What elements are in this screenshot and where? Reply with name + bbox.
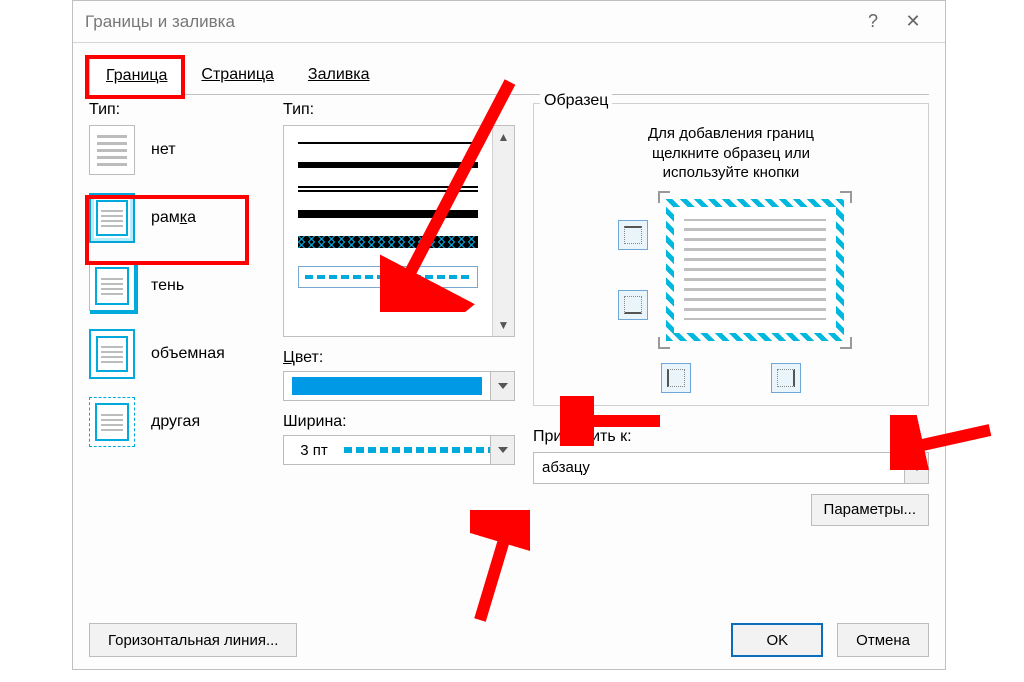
borders-shading-dialog: Границы и заливка ? ✕ Граница Страница З…: [72, 0, 946, 670]
setting-shadow[interactable]: тень: [89, 261, 267, 311]
color-label: Цвет:: [283, 349, 515, 367]
setting-none[interactable]: нет: [89, 125, 267, 175]
chevron-down-icon: [912, 465, 922, 471]
help-button[interactable]: ?: [853, 11, 893, 32]
width-label: Ширина:: [283, 413, 515, 431]
style-item-double[interactable]: [298, 186, 478, 192]
style-listbox[interactable]: ▲ ▼: [283, 125, 515, 337]
edge-right-button[interactable]: [771, 363, 801, 393]
width-value: 3 пт: [284, 442, 344, 459]
width-preview: [344, 447, 490, 453]
setting-box[interactable]: рамка: [89, 193, 267, 243]
style-item-wave[interactable]: [298, 210, 478, 218]
setting-none-label: нет: [151, 141, 176, 159]
setting-shadow-icon: [89, 261, 135, 311]
ok-button[interactable]: OK: [731, 623, 823, 657]
tabs: Граница Страница Заливка: [73, 43, 945, 94]
style-label: Тип:: [283, 101, 515, 119]
titlebar: Границы и заливка ? ✕: [73, 1, 945, 43]
edge-bottom-button[interactable]: [618, 290, 648, 320]
setting-column: Тип: нет рамка тень: [89, 101, 275, 613]
tab-shading[interactable]: Заливка: [291, 57, 387, 94]
style-column: Тип: ▲ ▼ Цвет:: [275, 101, 523, 613]
preview-hint: Для добавления границ щелкните образец и…: [546, 124, 916, 183]
apply-label: Применить к:: [533, 428, 929, 446]
style-items: [284, 126, 492, 336]
setting-box-label: рамка: [151, 209, 196, 227]
tab-border[interactable]: Граница: [89, 58, 184, 95]
color-swatch: [284, 372, 490, 400]
cancel-button[interactable]: Отмена: [837, 623, 929, 657]
dialog-title: Границы и заливка: [85, 12, 853, 32]
horizontal-line-button[interactable]: Горизонтальная линия...: [89, 623, 297, 657]
style-item-thick[interactable]: [298, 162, 478, 168]
style-item-wave2[interactable]: [298, 236, 478, 248]
scroll-up-icon[interactable]: ▲: [498, 130, 510, 144]
setting-shadow-label: тень: [151, 277, 184, 295]
apply-dropdown-btn[interactable]: [904, 453, 928, 483]
edge-buttons-horizontal: [546, 363, 916, 393]
setting-label: Тип:: [89, 101, 267, 119]
color-dropdown-btn[interactable]: [490, 372, 514, 400]
setting-3d-label: объемная: [151, 345, 225, 363]
dialog-content: Тип: нет рамка тень: [73, 95, 945, 613]
preview-sample[interactable]: [666, 199, 844, 341]
preview-column: Образец Для добавления границ щелкните о…: [523, 101, 929, 613]
preview-legend: Образец: [540, 92, 612, 110]
scroll-down-icon[interactable]: ▼: [498, 318, 510, 332]
width-dropdown[interactable]: 3 пт: [283, 435, 515, 465]
setting-custom-icon: [89, 397, 135, 447]
close-button[interactable]: ✕: [893, 11, 933, 32]
style-item-thin[interactable]: [298, 142, 478, 144]
width-dropdown-btn[interactable]: [490, 436, 514, 464]
style-scrollbar[interactable]: ▲ ▼: [492, 126, 514, 336]
edge-top-button[interactable]: [618, 220, 648, 250]
options-button[interactable]: Параметры...: [811, 494, 929, 526]
edge-left-button[interactable]: [661, 363, 691, 393]
preview-fieldset: Образец Для добавления границ щелкните о…: [533, 103, 929, 406]
chevron-down-icon: [498, 447, 508, 453]
tab-page[interactable]: Страница: [184, 57, 291, 94]
chevron-down-icon: [498, 383, 508, 389]
style-item-selected[interactable]: [298, 266, 478, 288]
setting-none-icon: [89, 125, 135, 175]
setting-box-icon: [89, 193, 135, 243]
preview-area: [546, 199, 916, 341]
setting-custom[interactable]: другая: [89, 397, 267, 447]
apply-row: Применить к: абзацу: [533, 428, 929, 484]
setting-3d[interactable]: объемная: [89, 329, 267, 379]
edge-buttons-vertical: [618, 199, 648, 341]
setting-custom-label: другая: [151, 413, 200, 431]
apply-dropdown[interactable]: абзацу: [533, 452, 929, 484]
color-dropdown[interactable]: [283, 371, 515, 401]
setting-3d-icon: [89, 329, 135, 379]
bottom-bar: Горизонтальная линия... OK Отмена: [89, 623, 929, 657]
apply-value: абзацу: [534, 453, 904, 483]
